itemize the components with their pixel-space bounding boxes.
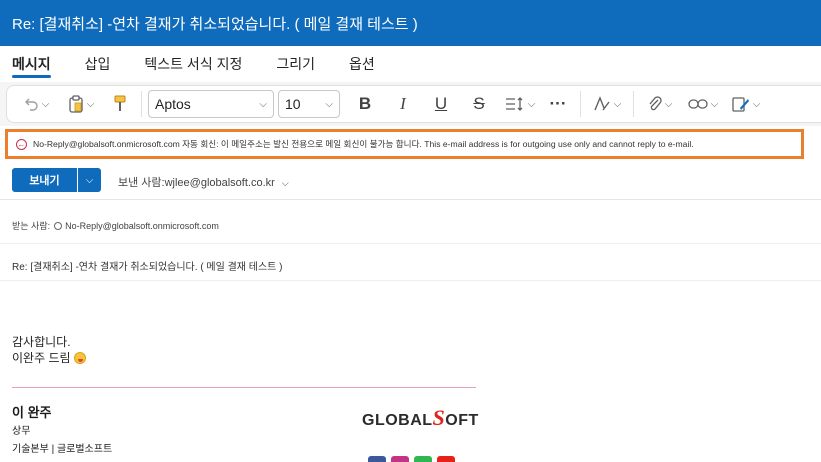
toolbar-area: ⌵ ⌵ Aptos ⌵ 10 ⌵ B I U S ⌵ ··· ⌵ ⌵ ⌵ ⌵ (0, 82, 821, 126)
chevron-down-icon: ⌵ (613, 98, 622, 110)
chevron-down-icon: ⌵ (752, 98, 761, 110)
instagram-icon[interactable] (391, 456, 409, 462)
tab-options[interactable]: 옵션 (349, 46, 375, 82)
signature-pen-icon (732, 97, 749, 112)
chat-icon[interactable] (414, 456, 432, 462)
more-options-button[interactable]: ··· (542, 90, 574, 118)
chevron-down-icon: ⌵ (86, 98, 95, 110)
chevron-down-icon: ⌵ (710, 98, 719, 110)
text-style-icon (594, 96, 610, 111)
from-label: 보낸 사람: (118, 177, 165, 189)
youtube-icon[interactable] (437, 456, 455, 462)
attach-file-button[interactable]: ⌵ (640, 90, 680, 118)
divider (0, 243, 821, 244)
message-body[interactable]: 감사합니다. 이완주 드림 (12, 334, 86, 366)
font-family-select[interactable]: Aptos ⌵ (148, 90, 274, 118)
body-line-closing: 이완주 드림 (12, 350, 86, 366)
signature-department: 기술본부 | 글로벌소프트 (12, 444, 113, 455)
social-icons (368, 456, 460, 462)
undo-button[interactable]: ⌵ (19, 90, 53, 118)
globalsoft-logo: GLOBALSOFT (362, 405, 479, 430)
toolbar: ⌵ ⌵ Aptos ⌵ 10 ⌵ B I U S ⌵ ··· ⌵ ⌵ ⌵ ⌵ (6, 85, 821, 123)
paperclip-icon (649, 96, 662, 111)
recipient-chip[interactable]: No-Reply@globalsoft.onmicrosoft.com (65, 221, 219, 231)
link-icon (688, 99, 708, 109)
paragraph-spacing-button[interactable]: ⌵ (498, 90, 542, 118)
chevron-down-icon: ⌵ (41, 98, 50, 110)
auto-reply-warning-text: No-Reply@globalsoft.onmicrosoft.com 자동 회… (33, 139, 694, 149)
font-size-select[interactable]: 10 ⌵ (278, 90, 340, 118)
strikethrough-button[interactable]: S (460, 90, 498, 118)
chevron-down-icon: ⌵ (85, 174, 94, 186)
signature-title: 상무 (12, 426, 31, 437)
from-field[interactable]: 보낸 사람:wjlee@globalsoft.co.kr ⌵ (118, 174, 289, 190)
facebook-icon[interactable] (368, 456, 386, 462)
format-painter-icon (114, 95, 126, 111)
divider (0, 280, 821, 281)
paste-button[interactable]: ⌵ (61, 90, 101, 118)
chevron-down-icon: ⌵ (259, 98, 267, 110)
clipboard-icon (69, 95, 83, 113)
chevron-down-icon: ⌵ (325, 98, 333, 110)
tab-format-text[interactable]: 텍스트 서식 지정 (144, 46, 242, 82)
toolbar-divider (633, 91, 634, 117)
send-button[interactable]: 보내기 (12, 168, 77, 192)
tab-draw[interactable]: 그리기 (276, 46, 315, 82)
to-label: 받는 사람: (12, 221, 51, 231)
signature-button[interactable]: ⌵ (726, 90, 766, 118)
font-size-value: 10 (285, 96, 301, 112)
chevron-down-icon: ⌵ (527, 98, 536, 110)
to-field[interactable]: 받는 사람: No-Reply@globalsoft.onmicrosoft.c… (12, 219, 219, 232)
signature-name: 이 완주 (12, 405, 52, 420)
warning-circle-icon: ← (16, 138, 27, 150)
send-button-group: 보내기 ⌵ (12, 168, 101, 192)
toolbar-divider (580, 91, 581, 117)
chevron-down-icon: ⌵ (664, 98, 673, 110)
italic-button[interactable]: I (384, 90, 422, 118)
tab-insert[interactable]: 삽입 (85, 46, 111, 82)
undo-icon (24, 98, 38, 111)
underline-button[interactable]: U (422, 90, 460, 118)
signature-divider (12, 387, 476, 388)
grinning-face-emoji-icon (73, 352, 86, 364)
bold-button[interactable]: B (346, 90, 384, 118)
chevron-down-icon: ⌵ (281, 178, 289, 188)
from-address: wjlee@globalsoft.co.kr (164, 177, 275, 189)
body-line-thanks: 감사합니다. (12, 335, 71, 349)
recipient-status-icon (54, 221, 63, 230)
window-title: Re: [결재취소] -연차 결재가 취소되었습니다. ( 메일 결재 테스트 … (12, 15, 418, 33)
tab-message[interactable]: 메시지 (12, 46, 51, 82)
styles-button[interactable]: ⌵ (587, 90, 627, 118)
window-titlebar: Re: [결재취소] -연차 결재가 취소되었습니다. ( 메일 결재 테스트 … (0, 0, 821, 46)
auto-reply-warning: ← No-Reply@globalsoft.onmicrosoft.com 자동… (5, 129, 804, 159)
format-painter-button[interactable] (105, 90, 135, 118)
send-options-button[interactable]: ⌵ (77, 168, 101, 192)
insert-link-button[interactable]: ⌵ (680, 90, 726, 118)
font-family-value: Aptos (155, 96, 191, 112)
line-spacing-icon (505, 97, 523, 111)
subject-field[interactable]: Re: [결재취소] -연차 결재가 취소되었습니다. ( 메일 결재 테스트 … (12, 258, 283, 273)
ribbon-tabs: 메시지 삽입 텍스트 서식 지정 그리기 옵션 (0, 46, 821, 82)
toolbar-divider (141, 91, 142, 117)
divider (0, 199, 821, 200)
